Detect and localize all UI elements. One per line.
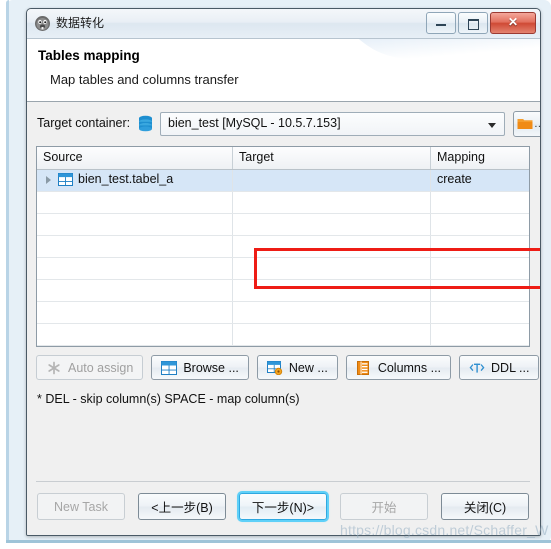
browse-label: Browse ...	[183, 360, 239, 375]
cell-source[interactable]	[37, 236, 233, 257]
cell-mapping[interactable]	[431, 192, 529, 213]
cell-source[interactable]	[37, 280, 233, 301]
columns-orange-icon	[356, 360, 372, 375]
cell-source[interactable]	[37, 302, 233, 323]
new-task-button[interactable]: New Task	[37, 493, 125, 520]
columns-label: Columns ...	[377, 360, 442, 375]
cell-target[interactable]	[233, 192, 431, 213]
table-row[interactable]	[37, 280, 529, 302]
table-row[interactable]	[37, 302, 529, 324]
folder-icon	[517, 117, 533, 130]
table-row[interactable]	[37, 346, 529, 347]
close-icon: ✕	[507, 15, 519, 29]
minimize-icon	[436, 24, 446, 26]
cell-source[interactable]	[37, 214, 233, 235]
cell-source[interactable]	[37, 346, 233, 347]
cell-source[interactable]	[37, 324, 233, 345]
window-controls: ✕	[426, 12, 536, 34]
page-root: 数据转化 ✕ Tables mapping Map tables and col…	[0, 0, 551, 549]
cell-target[interactable]	[233, 324, 431, 345]
dialog-window: 数据转化 ✕ Tables mapping Map tables and col…	[26, 8, 541, 536]
new-button[interactable]: New ...	[256, 355, 338, 380]
target-container-row: Target container: bien_test [MySQL - 10.…	[27, 111, 540, 137]
cell-source[interactable]: bien_test.tabel_a	[37, 170, 233, 191]
column-header-source[interactable]: Source	[37, 147, 233, 169]
chevron-down-icon	[488, 123, 496, 128]
table-icon	[58, 173, 73, 186]
start-button[interactable]: 开始	[340, 493, 428, 520]
source-table-label: bien_test.tabel_a	[78, 172, 174, 186]
keyboard-hint-text: * DEL - skip column(s) SPACE - map colum…	[37, 392, 300, 406]
new-label: New ...	[288, 360, 328, 375]
ddl-icon	[469, 361, 485, 375]
close-button[interactable]: ✕	[490, 12, 536, 34]
target-container-value: bien_test [MySQL - 10.5.7.153]	[168, 116, 341, 130]
table-row[interactable]	[37, 324, 529, 346]
cell-target[interactable]	[233, 170, 431, 191]
cell-target[interactable]	[233, 214, 431, 235]
table-row[interactable]	[37, 258, 529, 280]
table-row[interactable]	[37, 192, 529, 214]
cell-target[interactable]	[233, 258, 431, 279]
dialog-body: Target container: bien_test [MySQL - 10.…	[27, 102, 540, 481]
cell-mapping[interactable]	[431, 258, 529, 279]
database-icon	[137, 115, 154, 133]
cell-target[interactable]	[233, 346, 431, 347]
cell-mapping[interactable]	[431, 302, 529, 323]
chevron-right-icon[interactable]	[46, 176, 51, 184]
cell-target[interactable]	[233, 302, 431, 323]
close-dialog-button[interactable]: 关闭(C)	[441, 493, 529, 520]
minimize-button[interactable]	[426, 12, 456, 34]
table-blue-icon	[161, 360, 178, 375]
table-row[interactable]: bien_test.tabel_a create	[37, 170, 529, 192]
beaver-icon	[34, 15, 51, 32]
table-new-icon	[266, 360, 283, 375]
cell-mapping[interactable]	[431, 236, 529, 257]
browse-container-button[interactable]: ...	[513, 111, 540, 137]
target-container-label: Target container:	[37, 116, 131, 130]
auto-assign-button[interactable]: Auto assign	[36, 355, 144, 380]
cell-mapping[interactable]	[431, 214, 529, 235]
asterisk-icon	[46, 361, 62, 375]
ddl-label: DDL ...	[491, 360, 530, 375]
auto-assign-label: Auto assign	[68, 360, 134, 375]
next-button[interactable]: 下一步(N)>	[239, 493, 327, 520]
footer-buttons: New Task <上一步(B) 下一步(N)> 开始 关闭(C)	[37, 493, 529, 520]
maximize-button[interactable]	[458, 12, 488, 34]
mapping-action-buttons: Auto assign Browse ... New ... Columns .…	[36, 355, 540, 380]
cell-mapping[interactable]	[431, 324, 529, 345]
table-row[interactable]	[37, 236, 529, 258]
page-title: Tables mapping	[38, 48, 140, 63]
mapping-grid[interactable]: Source Target Mapping bien_test.tabel_a …	[36, 146, 530, 347]
table-row[interactable]	[37, 214, 529, 236]
cell-target[interactable]	[233, 280, 431, 301]
page-subtitle: Map tables and columns transfer	[50, 72, 239, 87]
ddl-button[interactable]: DDL ...	[459, 355, 540, 380]
columns-button[interactable]: Columns ...	[345, 355, 452, 380]
title-bar[interactable]: 数据转化 ✕	[27, 9, 540, 39]
wizard-header: Tables mapping Map tables and columns tr…	[27, 39, 540, 102]
window-title: 数据转化	[56, 16, 105, 30]
back-button[interactable]: <上一步(B)	[138, 493, 226, 520]
grid-header-row: Source Target Mapping	[37, 147, 529, 170]
watermark-text: https://blog.csdn.net/Schaffer_W	[340, 522, 549, 538]
browse-dots-label: ...	[534, 118, 540, 130]
backdrop-left-edge	[6, 0, 9, 543]
target-container-dropdown[interactable]: bien_test [MySQL - 10.5.7.153]	[160, 112, 505, 136]
cell-target[interactable]	[233, 236, 431, 257]
cell-source[interactable]	[37, 192, 233, 213]
cell-source[interactable]	[37, 258, 233, 279]
column-header-target[interactable]: Target	[233, 147, 431, 169]
header-decoration	[333, 39, 540, 66]
column-header-mapping[interactable]: Mapping	[431, 147, 529, 169]
backdrop-bottom-edge	[6, 540, 551, 543]
maximize-icon	[468, 19, 479, 30]
footer-separator	[36, 481, 530, 482]
cell-mapping[interactable]	[431, 280, 529, 301]
cell-mapping[interactable]: create	[431, 170, 529, 191]
browse-button[interactable]: Browse ...	[151, 355, 249, 380]
cell-mapping[interactable]	[431, 346, 529, 347]
